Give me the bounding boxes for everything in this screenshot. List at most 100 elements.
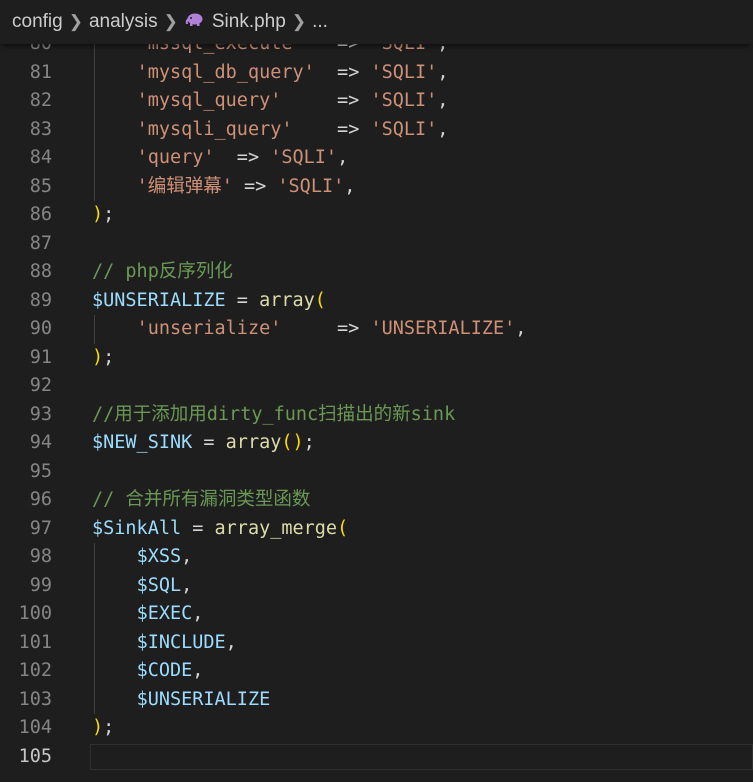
token-brk: ( <box>337 517 349 539</box>
code-line[interactable]: 87 <box>0 230 753 259</box>
line-number: 93 <box>29 403 52 425</box>
code-text: ); <box>92 714 114 743</box>
code-line[interactable]: 96 // 合并所有漏洞类型函数 <box>0 486 753 515</box>
code-line[interactable]: 94 $NEW_SINK = array(); <box>0 429 753 458</box>
token-fn: array <box>259 289 315 311</box>
code-line[interactable]: 91); <box>0 344 753 373</box>
code-line[interactable]: 83 'mysqli_query' => 'SQLI', <box>0 116 753 145</box>
line-number: 95 <box>29 460 52 482</box>
token-str: '编辑弹幕' <box>136 175 233 197</box>
line-number: 99 <box>29 574 52 596</box>
current-line-highlight <box>90 743 753 770</box>
token-str: 'mysql_query' <box>136 90 282 111</box>
code-line[interactable]: 93 //用于添加用dirty_func扫描出的新sink <box>0 401 753 430</box>
line-number: 97 <box>29 517 52 539</box>
line-number: 85 <box>29 175 52 197</box>
token-var: $SinkAll <box>92 517 182 539</box>
token-op: , <box>344 175 356 197</box>
line-number: 87 <box>29 232 52 254</box>
token-op: , <box>437 90 449 111</box>
token-op: => <box>214 147 271 168</box>
line-number: 98 <box>29 546 52 567</box>
code-text: //用于添加用dirty_func扫描出的新sink <box>92 401 455 430</box>
code-line[interactable]: 102 $CODE, <box>0 657 753 686</box>
token-op: = <box>181 517 215 539</box>
token-brk: () <box>281 432 304 453</box>
line-number: 96 <box>29 489 52 510</box>
breadcrumb-item-file[interactable]: Sink.php <box>184 11 286 33</box>
token-var: $SQL <box>136 574 182 596</box>
code-line[interactable]: 104); <box>0 714 753 743</box>
token-var: $INCLUDE <box>136 631 226 653</box>
code-line[interactable]: 99 $SQL, <box>0 572 753 601</box>
code-line[interactable]: 97 $SinkAll = array_merge( <box>0 515 753 544</box>
token-op: , <box>437 61 449 83</box>
code-line[interactable]: 85 '编辑弹幕' => 'SQLI', <box>0 173 753 202</box>
token-op: , <box>181 546 193 567</box>
code-line[interactable]: 92 <box>0 372 753 401</box>
code-line[interactable]: 101 $INCLUDE, <box>0 629 753 658</box>
line-number: 91 <box>29 346 52 368</box>
code-line[interactable]: 89 $UNSERIALIZE = array( <box>0 287 753 316</box>
code-text: $SinkAll = array_merge( <box>92 515 348 544</box>
code-text: ); <box>92 201 114 230</box>
code-line[interactable]: 95 <box>0 458 753 487</box>
code-text: '编辑弹幕' => 'SQLI', <box>92 173 356 202</box>
token-str: 'SQLI' <box>370 118 438 140</box>
line-number: 84 <box>29 147 52 168</box>
token-str: 'mysql_db_query' <box>136 61 315 83</box>
token-str: 'mysqli_query' <box>136 118 293 140</box>
code-line[interactable]: 103 $UNSERIALIZE <box>0 686 753 715</box>
code-text: 'mysql_db_query' => 'SQLI', <box>92 59 449 88</box>
line-number: 102 <box>18 660 52 681</box>
token-str: 'SQLI' <box>270 147 338 168</box>
code-line[interactable]: 100 $EXEC, <box>0 600 753 629</box>
token-str: 'UNSERIALIZE' <box>370 318 516 339</box>
line-number: 89 <box>29 289 52 311</box>
code-line[interactable]: 86); <box>0 201 753 230</box>
code-text: $EXEC, <box>92 600 204 629</box>
line-number: 90 <box>29 318 52 339</box>
code-text: $UNSERIALIZE <box>92 686 271 715</box>
code-line[interactable]: 105 <box>0 743 753 772</box>
code-line[interactable]: 88 // php反序列化 <box>0 258 753 287</box>
token-op: => <box>281 318 371 339</box>
breadcrumb-item-config[interactable]: config <box>12 11 63 33</box>
token-str: 'SQLI' <box>277 175 345 197</box>
token-str: 'unserialize' <box>136 318 282 339</box>
breadcrumb-item-symbols[interactable]: ... <box>312 11 328 33</box>
token-var: $UNSERIALIZE <box>136 688 271 710</box>
token-op: => <box>314 61 371 83</box>
breadcrumb: config ❯ analysis ❯ Sink.php ❯ ... <box>0 0 753 44</box>
token-op: ; <box>103 717 115 738</box>
code-text: // php反序列化 <box>92 258 233 287</box>
token-op: , <box>192 603 204 624</box>
token-op: = <box>192 432 226 453</box>
token-op: , <box>181 574 193 596</box>
code-line[interactable]: 90 'unserialize' => 'UNSERIALIZE', <box>0 315 753 344</box>
code-line[interactable]: 81 'mysql_db_query' => 'SQLI', <box>0 59 753 88</box>
code-line[interactable]: 82 'mysql_query' => 'SQLI', <box>0 87 753 116</box>
code-text: $XSS, <box>92 543 193 572</box>
chevron-right-icon: ❯ <box>163 12 178 31</box>
token-str: 'SQLI' <box>370 90 438 111</box>
line-number: 103 <box>18 688 52 710</box>
code-line[interactable]: 98 $XSS, <box>0 543 753 572</box>
line-number: 82 <box>29 90 52 111</box>
token-brk: ) <box>92 346 104 368</box>
token-op: , <box>192 660 204 681</box>
indent-guide <box>94 315 95 344</box>
code-editor[interactable]: 80 'mssql_execute' => 'SQLI',81 'mysql_d… <box>0 30 753 782</box>
code-line[interactable]: 84 'query' => 'SQLI', <box>0 144 753 173</box>
token-op: , <box>437 118 449 140</box>
code-text: 'unserialize' => 'UNSERIALIZE', <box>92 315 527 344</box>
code-text: $NEW_SINK = array(); <box>92 429 315 458</box>
line-number: 86 <box>29 204 52 225</box>
breadcrumb-item-analysis[interactable]: analysis <box>89 11 158 33</box>
